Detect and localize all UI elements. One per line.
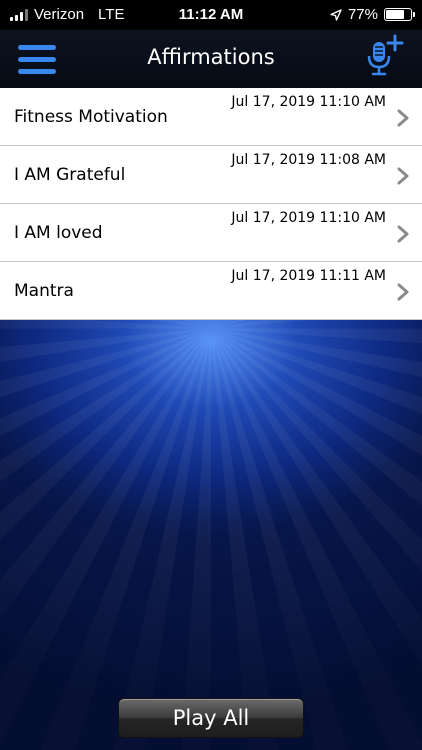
add-recording-button[interactable] — [364, 34, 404, 78]
chevron-right-icon — [397, 225, 409, 243]
affirmation-title: Fitness Motivation — [14, 107, 168, 127]
chevron-right-icon — [397, 283, 409, 301]
microphone-plus-icon — [367, 34, 404, 76]
chevron-right-icon — [397, 109, 409, 127]
app-screen: Verizon LTE 11:12 AM 77% Affirmations Fi… — [0, 0, 422, 750]
affirmation-date: Jul 17, 2019 11:10 AM — [231, 210, 386, 226]
affirmation-date: Jul 17, 2019 11:11 AM — [231, 268, 386, 284]
affirmation-title: I AM Grateful — [14, 165, 126, 185]
list-item[interactable]: I AM Grateful Jul 17, 2019 11:08 AM — [0, 146, 422, 204]
status-right: 77% — [330, 6, 415, 23]
affirmation-title: I AM loved — [14, 223, 103, 243]
chevron-right-icon — [397, 167, 409, 185]
battery-percent: 77% — [347, 6, 378, 23]
location-arrow-icon — [330, 8, 342, 21]
play-all-button[interactable]: Play All — [118, 698, 304, 738]
list-item[interactable]: Mantra Jul 17, 2019 11:11 AM — [0, 262, 422, 320]
navigation-bar: Affirmations — [0, 30, 422, 88]
page-title: Affirmations — [147, 45, 275, 69]
background-light-rays — [0, 320, 422, 750]
battery-fill — [386, 10, 405, 19]
affirmation-date: Jul 17, 2019 11:10 AM — [231, 94, 386, 110]
list-item[interactable]: Fitness Motivation Jul 17, 2019 11:10 AM — [0, 88, 422, 146]
affirmation-title: Mantra — [14, 281, 74, 301]
list-item[interactable]: I AM loved Jul 17, 2019 11:10 AM — [0, 204, 422, 262]
status-bar: Verizon LTE 11:12 AM 77% — [0, 0, 422, 30]
affirmation-date: Jul 17, 2019 11:08 AM — [231, 152, 386, 168]
affirmations-list: Fitness Motivation Jul 17, 2019 11:10 AM… — [0, 88, 422, 320]
battery-icon — [384, 8, 415, 21]
